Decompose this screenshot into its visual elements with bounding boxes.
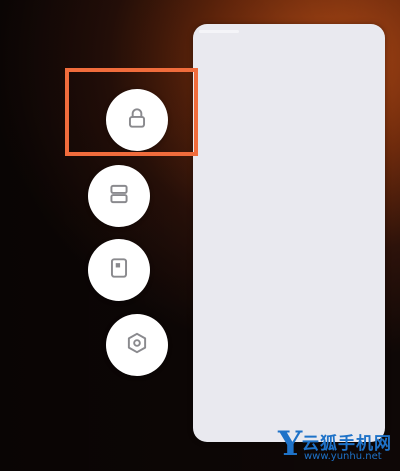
lock-icon — [124, 105, 150, 136]
watermark: Y 云狐手机网 www.yunhu.net — [278, 427, 396, 467]
floating-window-button[interactable] — [88, 239, 150, 301]
watermark-url: www.yunhu.net — [304, 451, 382, 462]
watermark-logo: Y — [278, 424, 303, 464]
recent-apps-screen: Y 云狐手机网 www.yunhu.net — [0, 0, 400, 471]
card-top-edge — [199, 30, 239, 33]
app-settings-button[interactable] — [106, 314, 168, 376]
recent-app-card[interactable] — [193, 24, 385, 442]
settings-hexagon-icon — [124, 330, 150, 361]
lock-app-button[interactable] — [106, 89, 168, 151]
split-screen-button[interactable] — [88, 165, 150, 227]
floating-window-icon — [106, 255, 132, 286]
split-screen-icon — [106, 181, 132, 212]
